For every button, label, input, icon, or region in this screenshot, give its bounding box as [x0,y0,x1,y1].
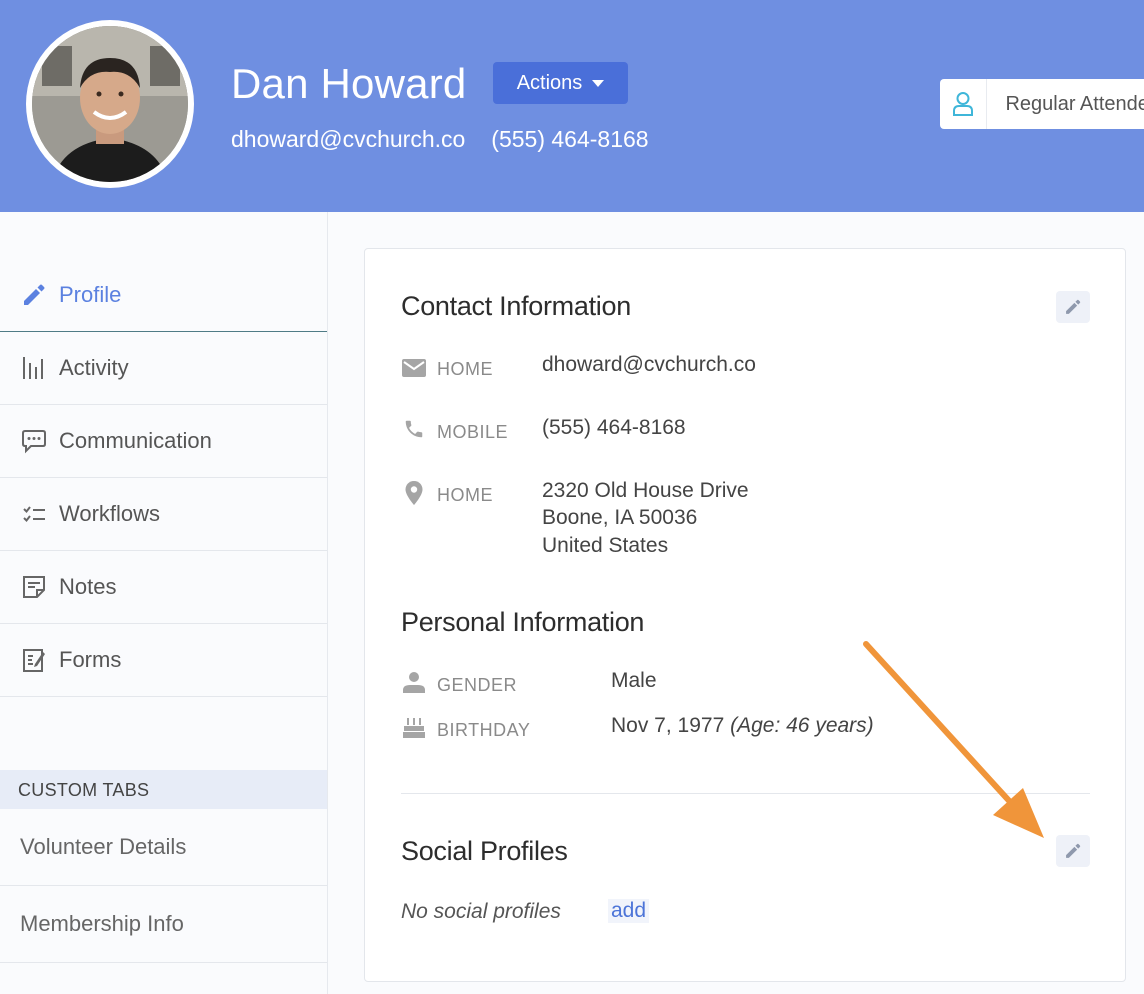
custom-tab-volunteer-details[interactable]: Volunteer Details [0,809,327,886]
sidebar-item-label: Profile [59,282,122,307]
sidebar-item-notes[interactable]: Notes [0,551,327,624]
birthday-value: Nov 7, 1977 (Age: 46 years) [611,712,874,739]
note-icon [20,573,48,601]
sidebar-item-label: Communication [59,428,212,453]
contact-row-label: HOME [437,485,493,505]
gender-value: Male [611,669,657,692]
person-icon [401,669,427,695]
custom-tab-membership-info[interactable]: Membership Info [0,886,327,963]
gender-label: GENDER [437,675,518,695]
actions-dropdown-button[interactable]: Actions [493,62,628,104]
sidebar-item-label: Forms [59,647,122,672]
address-line-1: 2320 Old House Drive [542,479,749,502]
contact-row-label: HOME [437,359,493,379]
sidebar-item-label: Workflows [59,501,161,526]
section-divider [401,793,1090,794]
pencil-icon [1066,843,1081,858]
person-outline-icon [940,79,988,129]
sidebar-item-activity[interactable]: Activity [0,332,327,405]
contact-information-title: Contact Information [401,291,631,321]
sidebar-item-label: Notes [59,574,117,599]
birthday-label: BIRTHDAY [437,720,531,740]
edit-social-profiles-button[interactable] [1056,835,1090,867]
phone-icon [401,416,427,442]
birthday-age: (Age: 46 years) [730,714,874,737]
person-name: Dan Howard [231,60,467,107]
contact-phone-value[interactable]: (555) 464-8168 [542,414,686,441]
sidebar: Profile Activity Communication Workflows… [0,212,328,994]
avatar[interactable] [26,20,194,188]
contact-row-label: MOBILE [437,422,509,442]
profile-card: Contact Information HOME dhoward@cvchurc… [364,248,1126,982]
add-social-profile-link[interactable]: add [608,899,650,923]
contact-email-value[interactable]: dhoward@cvchurch.co [542,351,756,378]
checklist-icon [20,500,48,528]
sidebar-item-label: Activity [59,355,129,380]
header-email[interactable]: dhoward@cvchurch.co [231,126,465,153]
avatar-photo [32,26,188,182]
personal-information-title: Personal Information [401,607,645,637]
actions-label: Actions [516,71,583,94]
activity-bars-icon [20,354,48,382]
membership-status-label: Regular Attendee [1005,93,1144,115]
pencil-icon [20,281,48,309]
profile-header: Dan Howard Actions dhoward@cvchurch.co (… [0,0,1144,212]
no-social-profiles-text: No social profiles [401,900,561,923]
header-contact: dhoward@cvchurch.co (555) 464-8168 [231,126,649,153]
sidebar-item-forms[interactable]: Forms [0,624,327,697]
sidebar-item-profile[interactable]: Profile [0,259,327,332]
membership-status[interactable]: Regular Attendee [940,79,1144,129]
birthday-cake-icon [401,714,427,740]
location-pin-icon [401,480,427,506]
custom-tabs-header: CUSTOM TABS [0,770,327,809]
birthday-date: Nov 7, 1977 [611,714,725,737]
chat-bubble-icon [20,427,48,455]
header-phone[interactable]: (555) 464-8168 [491,126,648,153]
pencil-icon [1066,299,1081,314]
social-profiles-title: Social Profiles [401,836,568,866]
form-icon [20,646,48,674]
envelope-icon [401,355,427,381]
sidebar-item-workflows[interactable]: Workflows [0,478,327,551]
caret-down-icon [592,79,605,87]
address-line-3: United States [542,534,669,557]
address-line-2: Boone, IA 50036 [542,506,698,529]
edit-contact-button[interactable] [1056,291,1090,323]
sidebar-item-communication[interactable]: Communication [0,405,327,478]
